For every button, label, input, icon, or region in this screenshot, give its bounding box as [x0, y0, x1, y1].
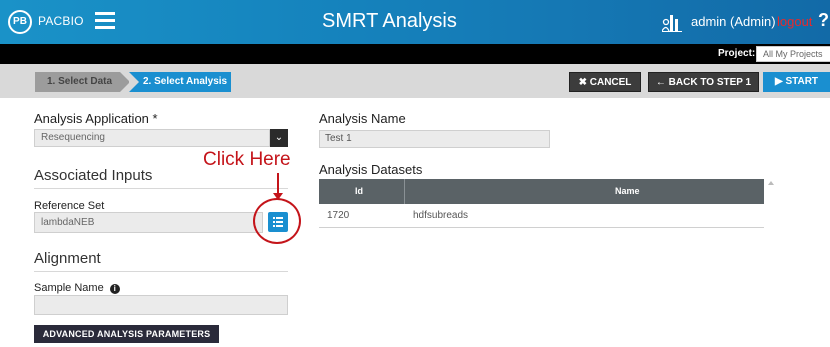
info-icon[interactable]: i	[109, 284, 120, 294]
back-label: BACK TO STEP 1	[668, 77, 752, 88]
column-header-name[interactable]: Name	[615, 179, 640, 204]
user-name[interactable]: admin (Admin)	[691, 14, 776, 29]
step-2-tab[interactable]: 2. Select Analysis	[129, 72, 231, 92]
sample-name-label-text: Sample Name	[34, 282, 104, 294]
reference-set-field[interactable]: lambdaNEB	[34, 212, 263, 233]
play-icon: ▶	[774, 76, 786, 87]
back-to-step1-button[interactable]: ← BACK TO STEP 1	[648, 72, 759, 92]
menu-icon[interactable]	[95, 12, 115, 30]
divider	[34, 188, 288, 189]
reference-set-label: Reference Set	[34, 200, 105, 212]
column-divider	[404, 179, 405, 204]
analysis-name-field[interactable]: Test 1	[319, 130, 550, 148]
click-here-annotation: Click Here	[203, 149, 291, 170]
arrow-left-icon: ←	[655, 77, 669, 88]
cancel-button[interactable]: ✖ CANCEL	[569, 72, 641, 92]
smrt-analysis-page: PB PACBIO SMRT Analysis admin (Admin) lo…	[0, 0, 830, 347]
logout-link[interactable]: logout	[777, 14, 812, 29]
analysis-name-label: Analysis Name	[319, 111, 406, 126]
divider	[34, 271, 288, 272]
step-bar: 1. Select Data 2. Select Analysis ✖ CANC…	[0, 64, 830, 98]
help-icon[interactable]: ?	[818, 10, 829, 31]
advanced-analysis-parameters-button[interactable]: ADVANCED ANALYSIS PARAMETERS	[34, 325, 219, 343]
column-header-id[interactable]: Id	[355, 179, 363, 204]
top-header: PB PACBIO SMRT Analysis admin (Admin) lo…	[0, 0, 830, 44]
project-bar: Project: All My Projects	[0, 44, 830, 64]
start-label: START	[785, 76, 819, 87]
scroll-up-icon[interactable]	[768, 181, 774, 185]
analysis-datasets-label: Analysis Datasets	[319, 162, 423, 177]
close-icon: ✖	[578, 77, 590, 88]
alignment-heading: Alignment	[34, 250, 101, 267]
cell-id: 1720	[327, 210, 350, 221]
cancel-label: CANCEL	[589, 77, 632, 88]
associated-inputs-heading: Associated Inputs	[34, 167, 153, 184]
step-1-tab[interactable]: 1. Select Data	[35, 72, 120, 92]
brand-name: PACBIO	[38, 14, 84, 28]
pacbio-logo: PB	[8, 10, 32, 34]
analysis-application-select[interactable]: Resequencing	[34, 129, 270, 147]
sample-name-label: Sample Name i	[34, 282, 120, 294]
project-label: Project:	[718, 48, 756, 59]
project-select[interactable]: All My Projects	[756, 46, 830, 62]
step-2-notch	[129, 72, 139, 92]
analysis-application-label: Analysis Application *	[34, 111, 158, 126]
annotation-circle	[253, 198, 301, 244]
sample-name-field[interactable]	[34, 295, 288, 315]
datasets-table-header: Id Name	[319, 179, 764, 204]
user-chart-icon	[662, 15, 682, 32]
chevron-down-icon[interactable]: ⌄	[270, 129, 288, 147]
table-row[interactable]: 1720 hdfsubreads	[319, 204, 764, 228]
cell-name: hdfsubreads	[413, 210, 469, 221]
start-button[interactable]: ▶ START	[763, 72, 830, 92]
app-title: SMRT Analysis	[322, 10, 457, 32]
